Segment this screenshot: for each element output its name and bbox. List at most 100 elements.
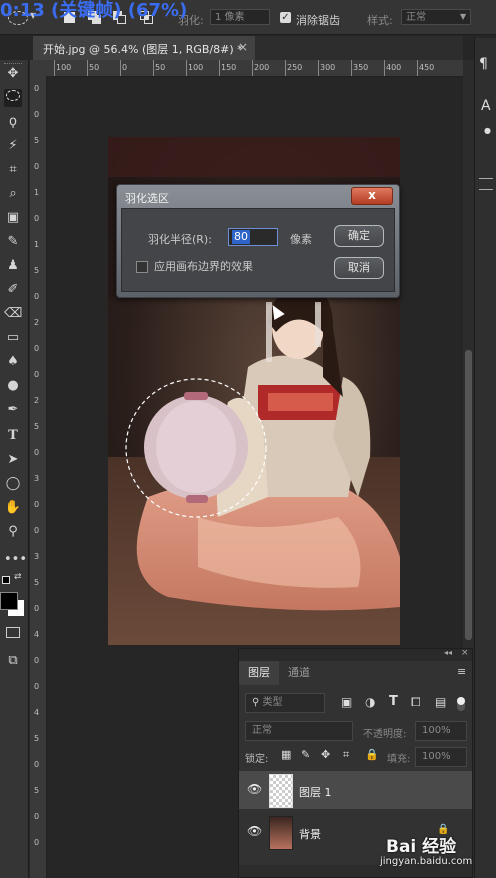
ruler-tick-label: 200 <box>254 63 270 72</box>
fill-label: 填充: <box>387 754 411 765</box>
dodge-tool-icon[interactable]: ● <box>4 377 22 395</box>
apply-canvas-label: 应用画布边界的效果 <box>154 260 253 273</box>
ruler-tick <box>351 60 352 76</box>
history-brush-tool-icon[interactable]: ✐ <box>4 281 22 299</box>
vertical-scrollbar-thumb[interactable] <box>465 350 472 640</box>
feather-input[interactable]: 1 像素 <box>210 9 270 25</box>
document-tab[interactable]: 开始.jpg @ 56.4% (图层 1, RGB/8#) * × <box>33 36 255 60</box>
ruler-tick-label: 5 <box>34 786 40 795</box>
fill-value: 100% <box>422 751 451 762</box>
ruler-tick <box>120 60 121 76</box>
document-tab-title: 开始.jpg @ 56.4% (图层 1, RGB/8#) * <box>43 43 243 56</box>
eraser-tool-icon[interactable]: ⌫ <box>4 305 22 323</box>
watermark-url: jingyan.baidu.com <box>380 856 473 867</box>
panel-icon-dot[interactable]: ● <box>484 126 491 135</box>
blur-tool-icon[interactable]: ♠ <box>4 353 22 371</box>
horizontal-ruler: 100 50 0 50 100 150 200 250 300 350 400 450 <box>52 60 463 77</box>
panel-menu-icon[interactable]: ≡ <box>457 665 466 678</box>
foreground-color-swatch[interactable] <box>0 592 18 610</box>
quick-mask-icon[interactable] <box>4 626 22 644</box>
brush-tool-icon[interactable]: ✎ <box>4 233 22 251</box>
document-tab-close-icon[interactable]: × <box>238 40 248 54</box>
swap-colors-icon[interactable]: ⇄ <box>14 572 22 582</box>
watermark: Bai 经验 jingyan.baidu.com <box>380 830 473 874</box>
dialog-title: 羽化选区 <box>125 192 169 205</box>
video-overlay-title: 0:13 (关键帧) (67%) <box>0 0 188 21</box>
ruler-tick-label: 0 <box>34 448 40 457</box>
ruler-tick-label: 0 <box>34 370 40 379</box>
visibility-eye-icon[interactable]: 👁 <box>247 824 262 838</box>
feather-radius-input[interactable]: 80 <box>228 228 278 246</box>
eyedropper-tool-icon[interactable]: ⌕ <box>4 185 22 203</box>
ruler-tick-label: 2 <box>34 318 40 327</box>
antialias-checkbox[interactable]: ✓ <box>280 12 291 23</box>
ellipse-marquee-tool-icon[interactable] <box>4 89 22 107</box>
fill-input[interactable]: 100% <box>415 747 467 767</box>
ruler-tick-label: 0 <box>34 604 40 613</box>
ok-button[interactable]: 确定 <box>334 225 384 247</box>
ruler-tick-label: 1 <box>34 188 40 197</box>
healing-brush-tool-icon[interactable]: ▣ <box>4 209 22 227</box>
tab-layers[interactable]: 图层 <box>239 661 279 685</box>
opacity-input[interactable]: 100% <box>415 721 467 741</box>
cancel-button[interactable]: 取消 <box>334 257 384 279</box>
panel-icon-lines[interactable] <box>479 178 493 190</box>
screen-mode-icon[interactable]: ⧉ <box>4 652 22 670</box>
style-label: 样式: <box>367 14 393 27</box>
ruler-tick-label: 400 <box>386 63 402 72</box>
tools-panel: ✥ ϙ ⚡ ⌗ ⌕ ▣ ✎ ♟ ✐ ⌫ ▭ ♠ ● ✒ T ➤ ◯ ✋ ⚲ ••… <box>0 60 29 878</box>
ruler-tick <box>417 60 418 76</box>
ruler-tick <box>54 60 55 76</box>
ellipse-shape-tool-icon[interactable]: ◯ <box>4 475 22 493</box>
collapsed-panels-strip: ¶ A ● <box>474 38 496 878</box>
dialog-close-button[interactable]: x <box>351 187 393 205</box>
blend-mode-select[interactable]: 正常 <box>245 721 353 741</box>
filter-pixel-icon[interactable]: ▣ <box>341 695 352 709</box>
lock-position-icon[interactable]: ✥ <box>321 748 330 761</box>
more-tools-icon[interactable]: ••• <box>4 551 27 569</box>
ruler-tick-label: 0 <box>34 214 40 223</box>
default-colors-icon[interactable] <box>2 576 10 584</box>
visibility-eye-icon[interactable]: 👁 <box>247 782 262 796</box>
blend-mode-value: 正常 <box>252 725 272 736</box>
lock-transparent-icon[interactable]: ▦ <box>281 748 291 761</box>
lasso-tool-icon[interactable]: ϙ <box>4 113 22 131</box>
panel-icon-properties[interactable]: ¶ <box>479 56 488 72</box>
ruler-tick-label: 0 <box>34 344 40 353</box>
ruler-tick-label: 0 <box>34 162 40 171</box>
ruler-tick-label: 100 <box>188 63 204 72</box>
path-selection-tool-icon[interactable]: ➤ <box>4 451 22 469</box>
style-select-arrow-icon[interactable]: ▼ <box>460 12 466 21</box>
filter-shape-icon[interactable]: ⧠ <box>411 695 421 710</box>
filter-toggle[interactable] <box>457 697 465 711</box>
clone-stamp-tool-icon[interactable]: ♟ <box>4 257 22 275</box>
ruler-tick-label: 0 <box>34 110 40 119</box>
collapse-icon[interactable]: ◂◂ <box>444 648 452 657</box>
crop-tool-icon[interactable]: ⌗ <box>4 161 22 179</box>
filter-smart-object-icon[interactable]: ▤ <box>435 695 446 709</box>
lock-artboard-icon[interactable]: ⌗ <box>343 748 349 762</box>
ruler-tick-label: 4 <box>34 630 40 639</box>
filter-search-icon: ⚲ <box>252 697 260 708</box>
type-tool-icon[interactable]: T <box>4 427 22 445</box>
feather-selection-dialog: 羽化选区 x 羽化半径(R): 80 像素 应用画布边界的效果 确定 取消 <box>116 184 400 298</box>
filter-kind-select[interactable]: ⚲ 类型 <box>245 693 325 713</box>
filter-type-icon[interactable]: T <box>389 694 398 709</box>
apply-canvas-checkbox[interactable] <box>136 261 148 273</box>
ruler-tick-label: 0 <box>34 760 40 769</box>
move-tool-icon[interactable]: ✥ <box>4 65 22 83</box>
tab-channels[interactable]: 通道 <box>279 661 319 685</box>
ruler-tick-label: 1 <box>34 240 40 249</box>
close-panel-icon[interactable]: × <box>461 648 469 658</box>
zoom-tool-icon[interactable]: ⚲ <box>4 523 22 541</box>
hand-tool-icon[interactable]: ✋ <box>4 499 22 517</box>
filter-adjustment-icon[interactable]: ◑ <box>365 695 375 709</box>
panel-icon-adjust[interactable]: A <box>481 98 491 114</box>
lock-image-icon[interactable]: ✎ <box>301 748 310 761</box>
vertical-ruler: 0 0 5 0 1 0 1 5 0 2 0 0 2 5 0 3 0 0 3 5 0 4 0 0 4 5 0 5 0 0 <box>30 76 47 878</box>
lock-all-icon[interactable]: 🔒 <box>365 748 379 761</box>
gradient-tool-icon[interactable]: ▭ <box>4 329 22 347</box>
layer-row[interactable]: 👁 图层 1 <box>239 771 472 809</box>
pen-tool-icon[interactable]: ✒ <box>4 401 22 419</box>
magic-wand-tool-icon[interactable]: ⚡ <box>4 137 22 155</box>
